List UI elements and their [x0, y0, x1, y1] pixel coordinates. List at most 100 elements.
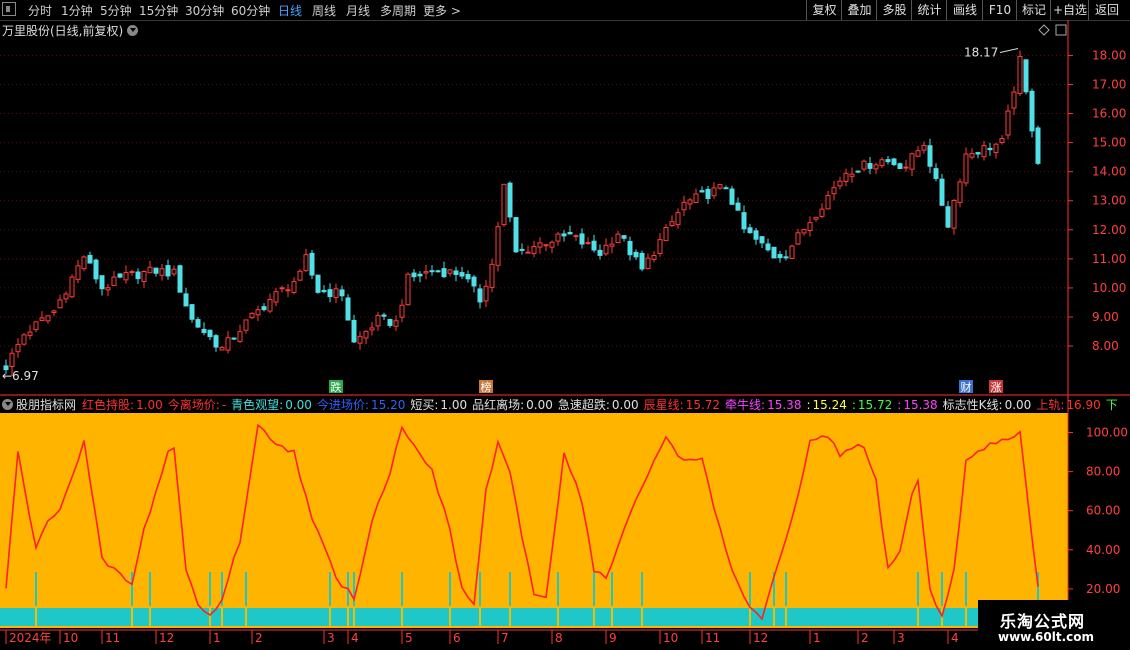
candle-body — [429, 270, 435, 273]
event-marker-label: 涨 — [991, 381, 1002, 394]
cyan-band — [0, 608, 1068, 626]
candle-body — [723, 187, 729, 190]
candle-body — [237, 331, 243, 342]
price-tick-label: 13.00 — [1092, 194, 1126, 208]
candle-body — [963, 153, 969, 184]
candle-body — [111, 276, 117, 287]
candle-body — [171, 268, 177, 275]
x-tick-label: 2 — [861, 631, 869, 645]
candle-body — [63, 293, 69, 300]
candle-body — [891, 158, 897, 166]
indicator-tick-label: 100.00 — [1086, 426, 1128, 440]
candle-body — [711, 187, 717, 197]
candle-body — [315, 274, 321, 293]
candle-body — [285, 289, 291, 292]
candle-body — [675, 212, 681, 226]
candle-body — [801, 229, 807, 234]
x-tick-label: 4 — [351, 631, 359, 645]
candle-body — [561, 233, 567, 237]
x-tick-label: 3 — [327, 631, 335, 645]
x-tick-label: 2 — [255, 631, 263, 645]
candle-body — [735, 202, 741, 211]
candle-body — [1011, 91, 1017, 109]
candle-body — [447, 269, 453, 274]
candle-body — [861, 160, 867, 170]
candle-body — [903, 166, 909, 169]
candle-body — [945, 206, 951, 228]
candle-body — [981, 145, 987, 158]
candle-body — [423, 271, 429, 274]
candle-body — [759, 236, 765, 244]
candle-body — [573, 235, 579, 238]
x-tick-label: 10 — [663, 631, 678, 645]
candle-body — [189, 304, 195, 320]
x-tick-label: 1 — [813, 631, 821, 645]
candle-body — [693, 193, 699, 203]
candle-body — [1017, 55, 1023, 95]
candle-body — [681, 201, 687, 211]
candle-body — [153, 267, 159, 274]
candle-body — [465, 273, 471, 280]
x-tick-label: 12 — [753, 631, 768, 645]
candle-body — [501, 183, 507, 226]
candle-body — [639, 252, 645, 270]
x-tick-label: 3 — [897, 631, 905, 645]
candle-body — [609, 243, 615, 247]
candle-body — [741, 212, 747, 230]
price-tick-label: 8.00 — [1092, 339, 1119, 353]
candle-body — [297, 270, 303, 281]
price-tick-label: 16.00 — [1092, 107, 1126, 121]
candle-body — [273, 291, 279, 303]
candle-body — [81, 256, 87, 270]
candle-body — [1023, 59, 1029, 93]
candle-body — [201, 328, 207, 333]
candle-body — [303, 254, 309, 272]
candle-body — [363, 330, 369, 339]
high-arrow — [999, 48, 1019, 53]
candle-body — [9, 352, 15, 367]
candle-body — [267, 299, 273, 312]
candle-body — [1005, 110, 1011, 136]
candle-body — [633, 251, 639, 258]
candle-body — [351, 319, 357, 343]
candle-body — [135, 271, 141, 280]
candle-body — [525, 251, 531, 254]
indicator-tick-label: 20.00 — [1086, 582, 1120, 596]
candle-body — [537, 242, 543, 248]
candle-body — [411, 272, 417, 278]
candle-body — [195, 319, 201, 328]
candle-body — [1029, 90, 1035, 132]
candle-body — [417, 273, 423, 277]
candle-body — [69, 276, 75, 298]
candle-body — [855, 170, 861, 173]
candle-body — [555, 233, 561, 242]
candle-body — [831, 187, 837, 195]
watermark-title: 乐淘公式网 — [1000, 612, 1086, 631]
candle-body — [819, 208, 825, 217]
price-tick-label: 18.00 — [1092, 48, 1126, 62]
candle-body — [645, 257, 651, 269]
candle-body — [39, 317, 45, 322]
indicator-tick-label: 40.00 — [1086, 543, 1120, 557]
chart-canvas[interactable]: 8.009.0010.0011.0012.0013.0014.0015.0016… — [0, 0, 1130, 650]
candle-body — [519, 248, 525, 251]
candle-body — [261, 306, 267, 311]
candle-body — [213, 335, 219, 348]
candle-body — [27, 331, 33, 336]
x-tick-label: 1 — [213, 631, 221, 645]
candle-body — [147, 266, 153, 274]
candle-body — [783, 256, 789, 259]
candle-body — [393, 320, 399, 327]
candle-body — [483, 285, 489, 302]
candle-body — [15, 343, 21, 353]
candle-body — [51, 310, 57, 313]
candle-body — [687, 199, 693, 205]
price-tick-label: 17.00 — [1092, 77, 1126, 91]
candle-body — [657, 239, 663, 254]
candle-body — [789, 245, 795, 259]
candle-body — [825, 195, 831, 210]
candle-body — [345, 297, 351, 321]
candle-body — [597, 249, 603, 256]
candle-body — [333, 288, 339, 298]
candle-body — [705, 188, 711, 199]
